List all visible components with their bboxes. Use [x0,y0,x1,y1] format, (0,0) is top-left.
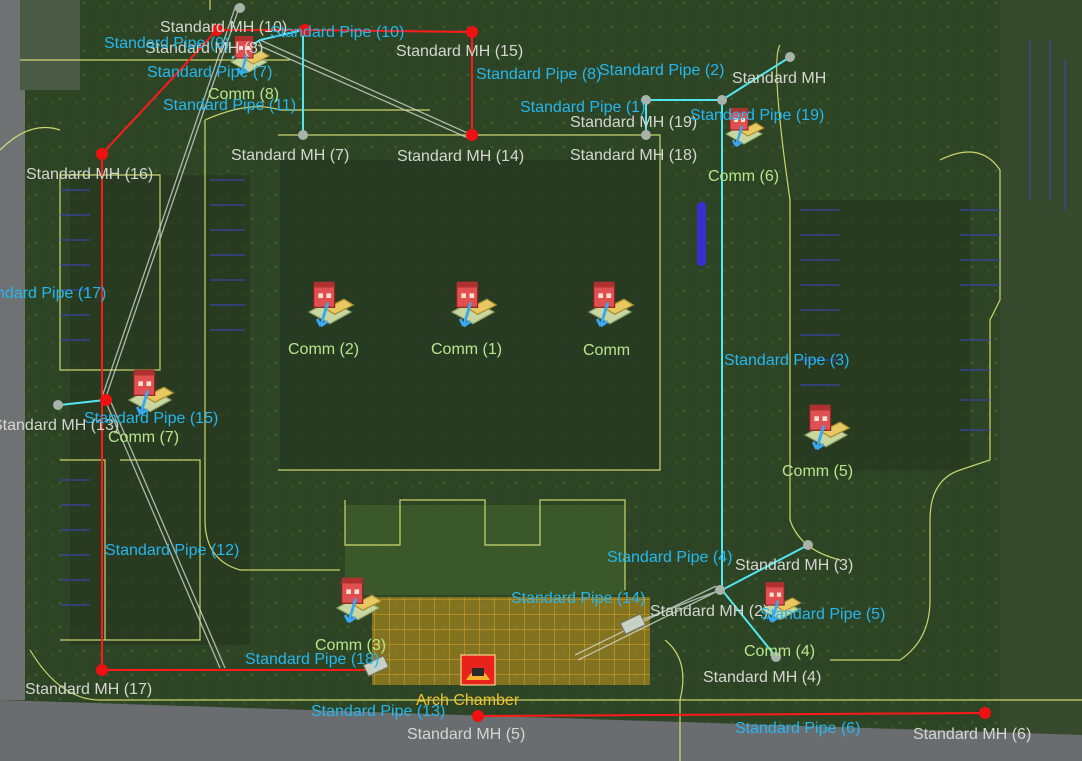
comm-label: Comm (8) [208,86,279,103]
pipe-label: Standard Pipe (7) [147,64,272,81]
comm-label: Comm (6) [708,168,779,185]
mh-label: Standard MH (17) [25,681,152,698]
mh-label: Standard MH (5) [407,726,525,743]
pipe-label: Standard Pipe (4) [607,549,732,566]
mh-label: Standard MH [732,70,826,87]
manhole-red-node [466,129,478,141]
pipe-label: Standard Pipe (3) [724,352,849,369]
pipe-label: Standard Pipe (2) [599,62,724,79]
mh-label: Standard MH (14) [397,148,524,165]
manhole-grey-node [717,95,727,105]
manhole-grey-node [715,585,725,595]
comm-label: Comm (1) [431,341,502,358]
manhole-grey-node [298,130,308,140]
mh-label: Standard MH (3) [735,557,853,574]
mh-label: Standard MH (15) [396,43,523,60]
pipe-label: Standard Pipe (8) [476,66,601,83]
comm-label: Comm [583,342,630,359]
comm-label: Comm (7) [108,429,179,446]
arch-chamber-label: Arch Chamber [416,692,520,709]
pipe-label: Standard Pipe (14) [511,590,645,607]
manhole-red-node [979,707,991,719]
manhole-grey-node [641,130,651,140]
pipe-label: Standard Pipe (17) [0,285,106,302]
comm-label: Comm (5) [782,463,853,480]
comm-label: Comm (3) [315,637,386,654]
pipe-label: Standard Pipe (6) [735,720,860,737]
pipe-label: Standard Pipe (9) [104,35,229,52]
mh-label: Standard MH (19) [570,114,697,131]
comm-label: Comm (4) [744,643,815,660]
mh-label: Standard MH (6) [913,726,1031,743]
mh-label: Standard MH (10) [160,19,287,36]
pipe-label: Standard Pipe (5) [760,606,885,623]
comm-label: Comm (2) [288,341,359,358]
arch-chamber-area[interactable] [372,597,650,685]
pipe-label: Standard Pipe (10) [270,24,404,41]
mh-label: Standard MH (2) [650,603,768,620]
mh-label: Standard MH (4) [703,669,821,686]
pipe-label: Standard Pipe (1) [520,99,645,116]
pipe-label: Standard Pipe (15) [84,410,218,427]
manhole-red-node [96,148,108,160]
pipe-label: Standard Pipe (12) [105,542,239,559]
manhole-grey-node [235,3,245,13]
manhole-grey-node [53,400,63,410]
arch-chamber-icon[interactable] [460,654,496,686]
manhole-grey-node [785,52,795,62]
manhole-red-node [96,664,108,676]
manhole-red-node [472,710,484,722]
manhole-grey-node [803,540,813,550]
manhole-red-node [100,394,112,406]
pipe-label: Standard Pipe (19) [690,107,824,124]
mh-label: Standard MH (16) [26,166,153,183]
mh-label: Standard MH (18) [570,147,697,164]
mh-label: Standard MH (7) [231,147,349,164]
site-map[interactable]: Standard MH (10) Standard MH (8) Standar… [0,0,1082,761]
manhole-red-node [466,26,478,38]
blue-marker [697,202,706,266]
